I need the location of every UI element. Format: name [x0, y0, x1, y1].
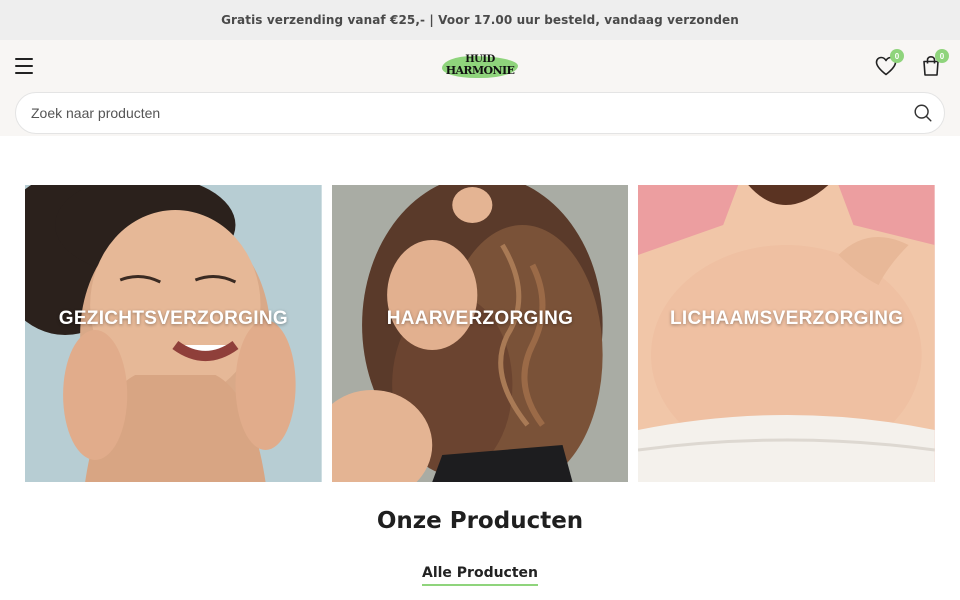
announcement-bar: Gratis verzending vanaf €25,- | Voor 17.… [0, 0, 960, 40]
search-bar [15, 92, 945, 134]
site-header: HUID HARMONIE 0 0 [0, 40, 960, 136]
category-image-body [638, 185, 936, 482]
announcement-text: Gratis verzending vanaf €25,- | Voor 17.… [221, 13, 739, 27]
category-label: GEZICHTSVERZORGING [58, 307, 288, 329]
category-card-hair-care[interactable]: HAARVERZORGING [331, 185, 629, 482]
header-top-row: HUID HARMONIE 0 0 [0, 40, 960, 92]
wishlist-button[interactable]: 0 [874, 49, 904, 78]
site-logo[interactable]: HUID HARMONIE [442, 54, 518, 80]
category-card-face-care[interactable]: GEZICHTSVERZORGING [25, 185, 322, 482]
cart-count-badge: 0 [935, 49, 949, 63]
all-products-link[interactable]: Alle Producten [421, 565, 539, 586]
search-input[interactable] [16, 105, 912, 121]
category-image-hair [331, 185, 629, 482]
all-products-link-wrapper: Alle Producten [0, 562, 960, 586]
section-title: Onze Producten [376, 508, 584, 534]
category-label: HAARVERZORGING [386, 307, 574, 329]
category-image-face [25, 185, 322, 482]
category-grid: GEZICHTSVERZORGING HAARVERZORGING LICHAA… [25, 185, 936, 482]
category-label: LICHAAMSVERZORGING [669, 307, 904, 329]
search-icon[interactable] [912, 102, 934, 124]
wishlist-count-badge: 0 [890, 49, 904, 63]
logo-line2: HARMONIE [445, 64, 515, 77]
category-card-body-care[interactable]: LICHAAMSVERZORGING [638, 185, 936, 482]
hamburger-menu-icon[interactable] [15, 57, 35, 75]
cart-button[interactable]: 0 [919, 49, 949, 78]
